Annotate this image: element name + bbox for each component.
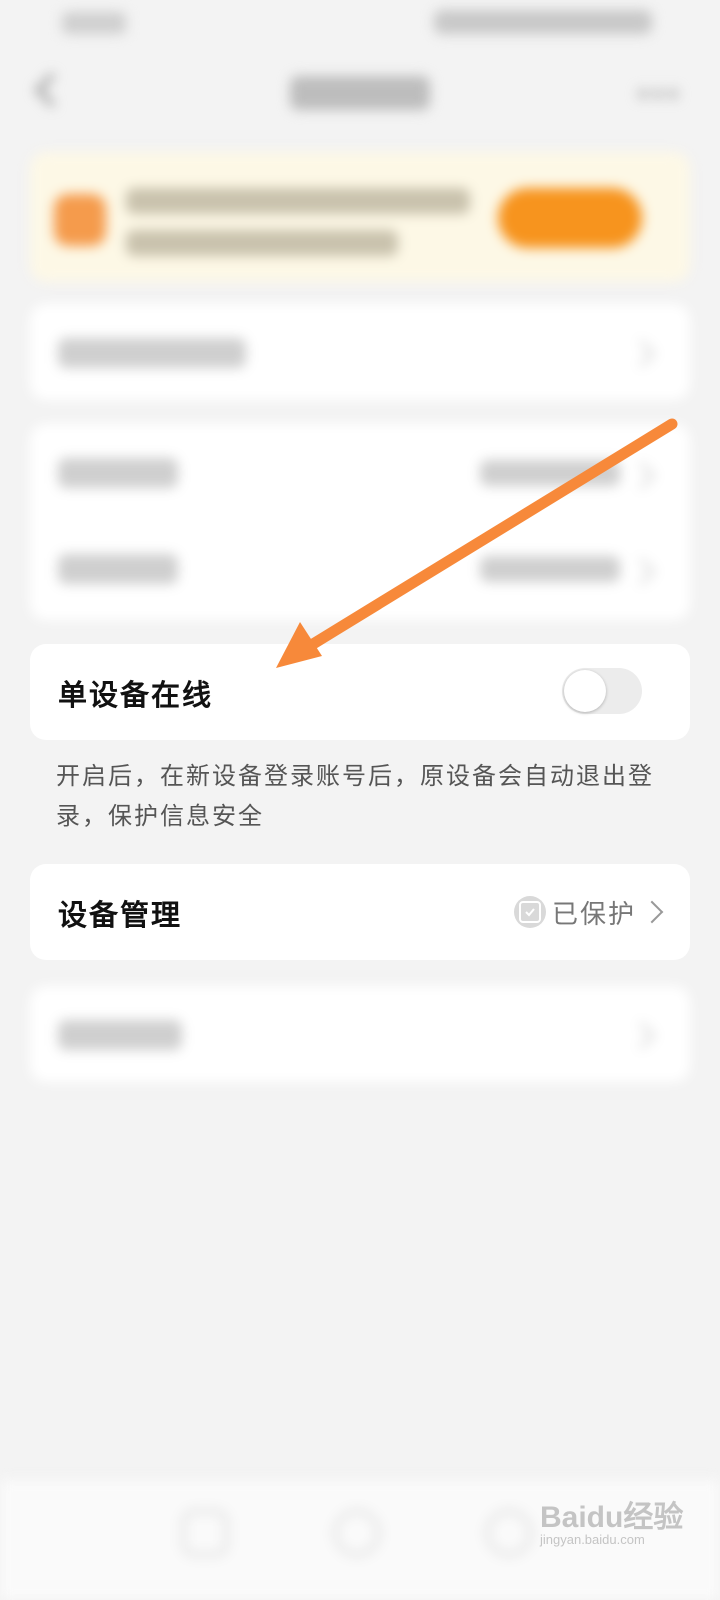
settings-item[interactable] bbox=[30, 304, 690, 400]
device-protection-status: 已保护 bbox=[513, 894, 636, 930]
baidu-jingyan-watermark: Baidu经验 jingyan.baidu.com bbox=[540, 1492, 700, 1552]
status-time bbox=[62, 12, 126, 34]
chevron-right-icon bbox=[640, 900, 664, 924]
more-icon[interactable] bbox=[638, 84, 686, 99]
notice-text bbox=[126, 188, 470, 214]
single-device-online-label: 单设备在线 bbox=[58, 678, 214, 712]
watermark-url: jingyan.baidu.com bbox=[540, 1532, 645, 1547]
status-bar bbox=[0, 0, 720, 50]
page-title bbox=[290, 76, 430, 110]
notice-action-button[interactable] bbox=[498, 188, 642, 248]
settings-item-label bbox=[58, 1020, 182, 1050]
settings-item-value bbox=[480, 556, 620, 582]
notice-text bbox=[126, 230, 398, 256]
settings-item[interactable] bbox=[30, 986, 690, 1082]
single-device-online-description: 开启后，在新设备登录账号后，原设备会自动退出登录，保护信息安全 bbox=[56, 762, 654, 830]
security-notice-banner bbox=[30, 152, 690, 282]
single-device-online-toggle[interactable] bbox=[562, 668, 642, 714]
settings-group bbox=[30, 424, 690, 620]
device-management-label: 设备管理 bbox=[58, 898, 183, 932]
shield-check-icon bbox=[513, 896, 546, 928]
status-icons bbox=[434, 10, 652, 34]
settings-item-value bbox=[480, 460, 620, 486]
chevron-right-icon bbox=[628, 340, 655, 367]
device-status-text: 已保护 bbox=[551, 899, 636, 930]
chevron-right-icon bbox=[628, 462, 655, 489]
chevron-right-icon bbox=[628, 1022, 655, 1049]
nav-profile-icon[interactable] bbox=[486, 1510, 532, 1556]
nav-home-icon[interactable] bbox=[182, 1510, 228, 1556]
settings-item-label bbox=[58, 338, 246, 368]
settings-item-label bbox=[58, 554, 178, 584]
toggle-knob bbox=[564, 670, 606, 712]
settings-item-label bbox=[58, 458, 178, 488]
device-management-row[interactable]: 设备管理 已保护 bbox=[30, 864, 690, 960]
lock-icon bbox=[54, 194, 106, 246]
watermark-brand: Baidu经验 bbox=[540, 1501, 684, 1534]
nav-center-icon[interactable] bbox=[334, 1510, 380, 1556]
single-device-online-row[interactable]: 单设备在线 bbox=[30, 644, 690, 740]
back-arrow-icon[interactable] bbox=[26, 70, 66, 110]
chevron-right-icon bbox=[628, 558, 655, 585]
